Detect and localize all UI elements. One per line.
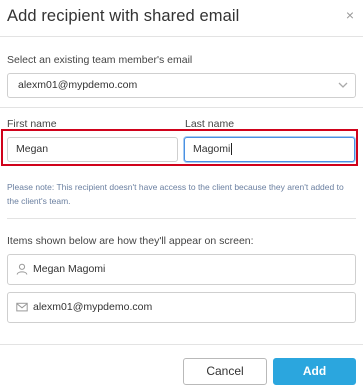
- access-note: Please note: This recipient doesn't have…: [7, 182, 344, 206]
- chevron-down-icon[interactable]: [338, 74, 348, 106]
- text-caret: [231, 143, 233, 156]
- preview-name: Megan Magomi: [33, 263, 106, 275]
- user-icon: [16, 263, 28, 275]
- preview-label: Items shown below are how they'll appear…: [7, 235, 254, 247]
- cancel-button[interactable]: Cancel: [183, 358, 267, 385]
- first-name-value: Megan: [16, 143, 49, 155]
- preview-divider: [7, 218, 356, 219]
- add-button[interactable]: Add: [273, 358, 356, 385]
- dialog-title: Add recipient with shared email: [7, 7, 240, 25]
- team-member-email-value: alexm01@mypdemo.com: [18, 79, 138, 91]
- last-name-value: Magomi: [193, 143, 231, 155]
- envelope-icon: [16, 302, 28, 312]
- preview-name-box: Megan Magomi: [7, 254, 356, 285]
- footer-divider: [0, 344, 363, 345]
- team-member-email-select[interactable]: alexm01@mypdemo.com: [7, 73, 356, 98]
- header-divider: [0, 36, 363, 37]
- first-name-field[interactable]: Megan: [7, 137, 178, 162]
- close-icon[interactable]: ×: [346, 7, 354, 23]
- last-name-field[interactable]: Magomi: [184, 137, 355, 162]
- preview-email: alexm01@mypdemo.com: [33, 301, 153, 313]
- add-recipient-dialog: Add recipient with shared email × Select…: [0, 0, 363, 391]
- section-divider: [0, 107, 363, 108]
- preview-email-box: alexm01@mypdemo.com: [7, 292, 356, 323]
- team-select-label: Select an existing team member's email: [7, 54, 193, 66]
